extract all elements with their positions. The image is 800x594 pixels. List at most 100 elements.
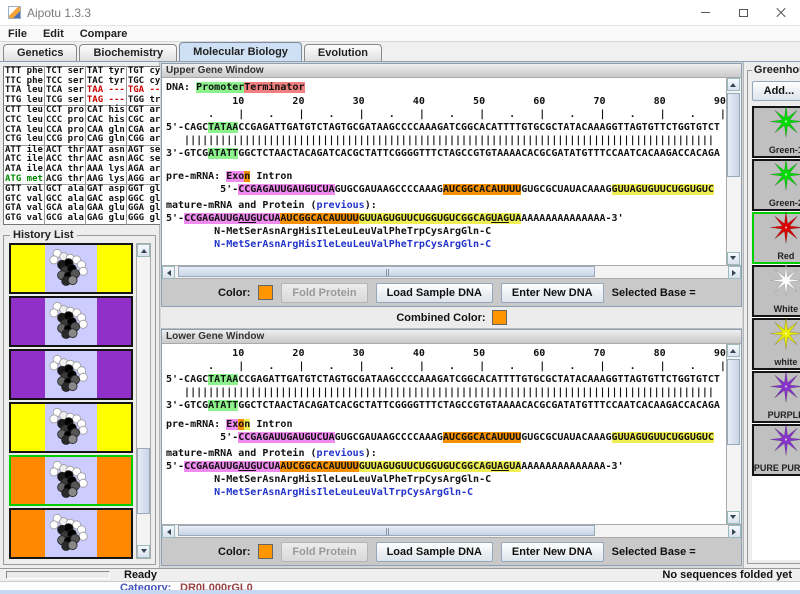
codon-cell-GAG: GAG glu xyxy=(85,214,126,224)
tab-genetics[interactable]: Genetics xyxy=(3,44,77,61)
ruler-numbers: 10 20 30 40 50 60 70 80 90 xyxy=(166,347,726,360)
scroll-down-button[interactable] xyxy=(727,252,740,265)
greenhouse-flower-green-2[interactable]: Green-2 xyxy=(752,159,800,211)
category-value: DR0L000rGL0 xyxy=(180,582,253,590)
dna-strand-3[interactable]: 3'-GTCGATATTGGCTCTAACTACAGATCACGCTATTCGG… xyxy=(166,399,726,412)
scrollbar-thumb[interactable] xyxy=(727,359,740,445)
dna-legend: DNA: PromoterTerminator xyxy=(166,81,726,95)
codon-cell-ATG: ATG met xyxy=(4,175,45,185)
flower-label: White xyxy=(774,304,799,315)
history-panel: History List xyxy=(3,235,156,565)
load-sample-dna-button[interactable]: Load Sample DNA xyxy=(376,283,493,303)
flower-icon xyxy=(766,156,800,198)
scroll-up-button[interactable] xyxy=(727,344,740,357)
mature-mrna-sequence[interactable]: 5'-CCGAGAUUGAUGUCUAAUCGGCACAUUUUGUUAGUGU… xyxy=(166,212,726,225)
upper-sequence-area: DNA: PromoterTerminator 10 20 30 40 50 6… xyxy=(162,78,726,265)
flower-icon xyxy=(766,209,800,251)
dna-strand-3[interactable]: 3'-GTCGATATTGGCTCTAACTACAGATCACGCTATTCGG… xyxy=(166,147,726,160)
ruler-ticks: . | . | . | . | . | . | . | . | . | xyxy=(166,360,726,373)
fold-protein-button[interactable]: Fold Protein xyxy=(281,283,367,303)
flower-label: white xyxy=(774,357,797,368)
greenhouse-flower-white[interactable]: white xyxy=(752,318,800,370)
mature-mrna-label: mature-mRNA and Protein (previous): xyxy=(166,199,726,212)
pre-mrna-label: pre-mRNA: Exon Intron xyxy=(166,170,726,183)
greenhouse-panel: Greenhouse Add... Green-1Green-2RedWhite… xyxy=(744,62,800,568)
scroll-right-button[interactable] xyxy=(728,525,741,538)
previous-link[interactable]: previous xyxy=(317,200,365,211)
protein-thumbnail xyxy=(45,404,97,451)
flower-icon xyxy=(766,262,800,304)
codon-cell-CTG: CTG leu xyxy=(4,135,45,145)
scrollbar-thumb[interactable] xyxy=(137,448,150,514)
history-item-2[interactable] xyxy=(9,296,133,347)
history-list-title: History List xyxy=(10,229,77,241)
maximize-button[interactable] xyxy=(724,0,762,25)
lower-horizontal-scrollbar[interactable] xyxy=(162,524,741,537)
pre-mrna-sequence[interactable]: 5'-CCGAGAUUGAUGUCUAGUGCGAUAAGCCCCAAAGAUC… xyxy=(166,183,726,196)
history-item-4[interactable] xyxy=(9,402,133,453)
history-item-1[interactable] xyxy=(9,243,133,294)
codon-cell-TCG: TCG ser xyxy=(44,96,85,106)
minimize-button[interactable] xyxy=(686,0,724,25)
protein-thumbnail xyxy=(45,457,97,504)
history-scrollbar[interactable] xyxy=(136,243,151,559)
scroll-up-button[interactable] xyxy=(727,78,740,91)
status-bar: Ready No sequences folded yet xyxy=(0,568,800,581)
close-button[interactable] xyxy=(762,0,800,25)
history-item-6[interactable] xyxy=(9,508,133,559)
dna-strand-5[interactable]: 5'-CAGCTATAACCGAGATTGATGTCTAGTGCGATAAGCC… xyxy=(166,121,726,134)
main-content: TTT pheTCT serTAT tyrTGT cysTTC pheTCC s… xyxy=(0,62,800,568)
greenhouse-flower-red[interactable]: Red xyxy=(752,212,800,264)
load-sample-dna-button[interactable]: Load Sample DNA xyxy=(376,542,493,562)
tab-molecular-biology[interactable]: Molecular Biology xyxy=(179,42,302,61)
tab-evolution[interactable]: Evolution xyxy=(304,44,382,61)
organism-color-band xyxy=(11,510,45,557)
lower-sequence-area: 10 20 30 40 50 60 70 80 90 . | . | . | .… xyxy=(162,344,726,524)
pre-mrna-sequence[interactable]: 5'-CCGAGAUUGAUGUCUAGUGCGAUAAGCCCCAAAGAUC… xyxy=(166,431,726,444)
greenhouse-flower-purple[interactable]: PURPLE xyxy=(752,371,800,423)
flower-label: Red xyxy=(777,251,794,262)
protein-previous: N-MetSerAsnArgHisIleLeuLeuValPheTrpCysAr… xyxy=(166,238,726,251)
scroll-down-button[interactable] xyxy=(727,511,740,524)
codon-cell-AAG: AAG lys xyxy=(85,175,126,185)
scrollbar-thumb[interactable] xyxy=(178,266,595,277)
organism-color-band xyxy=(11,245,45,292)
mature-mrna-sequence[interactable]: 5'-CCGAGAUUGAUGUCUAAUCGGCACAUUUUGUUAGUGU… xyxy=(166,460,726,473)
enter-new-dna-button[interactable]: Enter New DNA xyxy=(501,283,604,303)
history-list xyxy=(9,243,133,559)
tab-biochemistry[interactable]: Biochemistry xyxy=(79,44,177,61)
clipped-category-line: Category: DR0L000rGL0 xyxy=(0,581,800,590)
scroll-right-button[interactable] xyxy=(728,266,741,279)
greenhouse-flower-white[interactable]: White xyxy=(752,265,800,317)
flower-icon xyxy=(766,368,800,410)
add-flower-button[interactable]: Add... xyxy=(752,81,800,101)
menu-bar: FileEditCompare xyxy=(0,26,800,42)
protein-previous: N-MetSerAsnArgHisIleLeuLeuValTrpCysArgGl… xyxy=(166,486,726,499)
organism-color-band xyxy=(11,298,45,345)
greenhouse-flower-green-1[interactable]: Green-1 xyxy=(752,106,800,158)
menu-item-edit[interactable]: Edit xyxy=(35,28,72,40)
history-item-5[interactable] xyxy=(9,455,133,506)
greenhouse-flower-pure-purple[interactable]: PURE PURPLE xyxy=(752,424,800,476)
scroll-left-button[interactable] xyxy=(162,525,175,538)
scroll-up-button[interactable] xyxy=(137,244,150,257)
menu-item-file[interactable]: File xyxy=(0,28,35,40)
flower-label: PURPLE xyxy=(768,410,800,421)
fold-protein-button[interactable]: Fold Protein xyxy=(281,542,367,562)
scroll-left-button[interactable] xyxy=(162,266,175,279)
combined-color-row: Combined Color: xyxy=(161,307,742,329)
organism-color-band xyxy=(97,298,131,345)
history-item-3[interactable] xyxy=(9,349,133,400)
app-icon xyxy=(8,6,21,19)
upper-horizontal-scrollbar[interactable] xyxy=(162,265,741,278)
enter-new-dna-button[interactable]: Enter New DNA xyxy=(501,542,604,562)
menu-item-compare[interactable]: Compare xyxy=(72,28,136,40)
lower-vertical-scrollbar[interactable] xyxy=(726,344,741,524)
upper-vertical-scrollbar[interactable] xyxy=(726,78,741,265)
base-pair-lines: ||||||||||||||||||||||||||||||||||||||||… xyxy=(166,134,726,147)
scrollbar-thumb[interactable] xyxy=(727,93,740,177)
previous-link[interactable]: previous xyxy=(317,448,365,459)
scroll-down-button[interactable] xyxy=(137,545,150,558)
scrollbar-thumb[interactable] xyxy=(178,525,595,536)
dna-strand-5[interactable]: 5'-CAGCTATAACCGAGATTGATGTCTAGTGCGATAAGCC… xyxy=(166,373,726,386)
